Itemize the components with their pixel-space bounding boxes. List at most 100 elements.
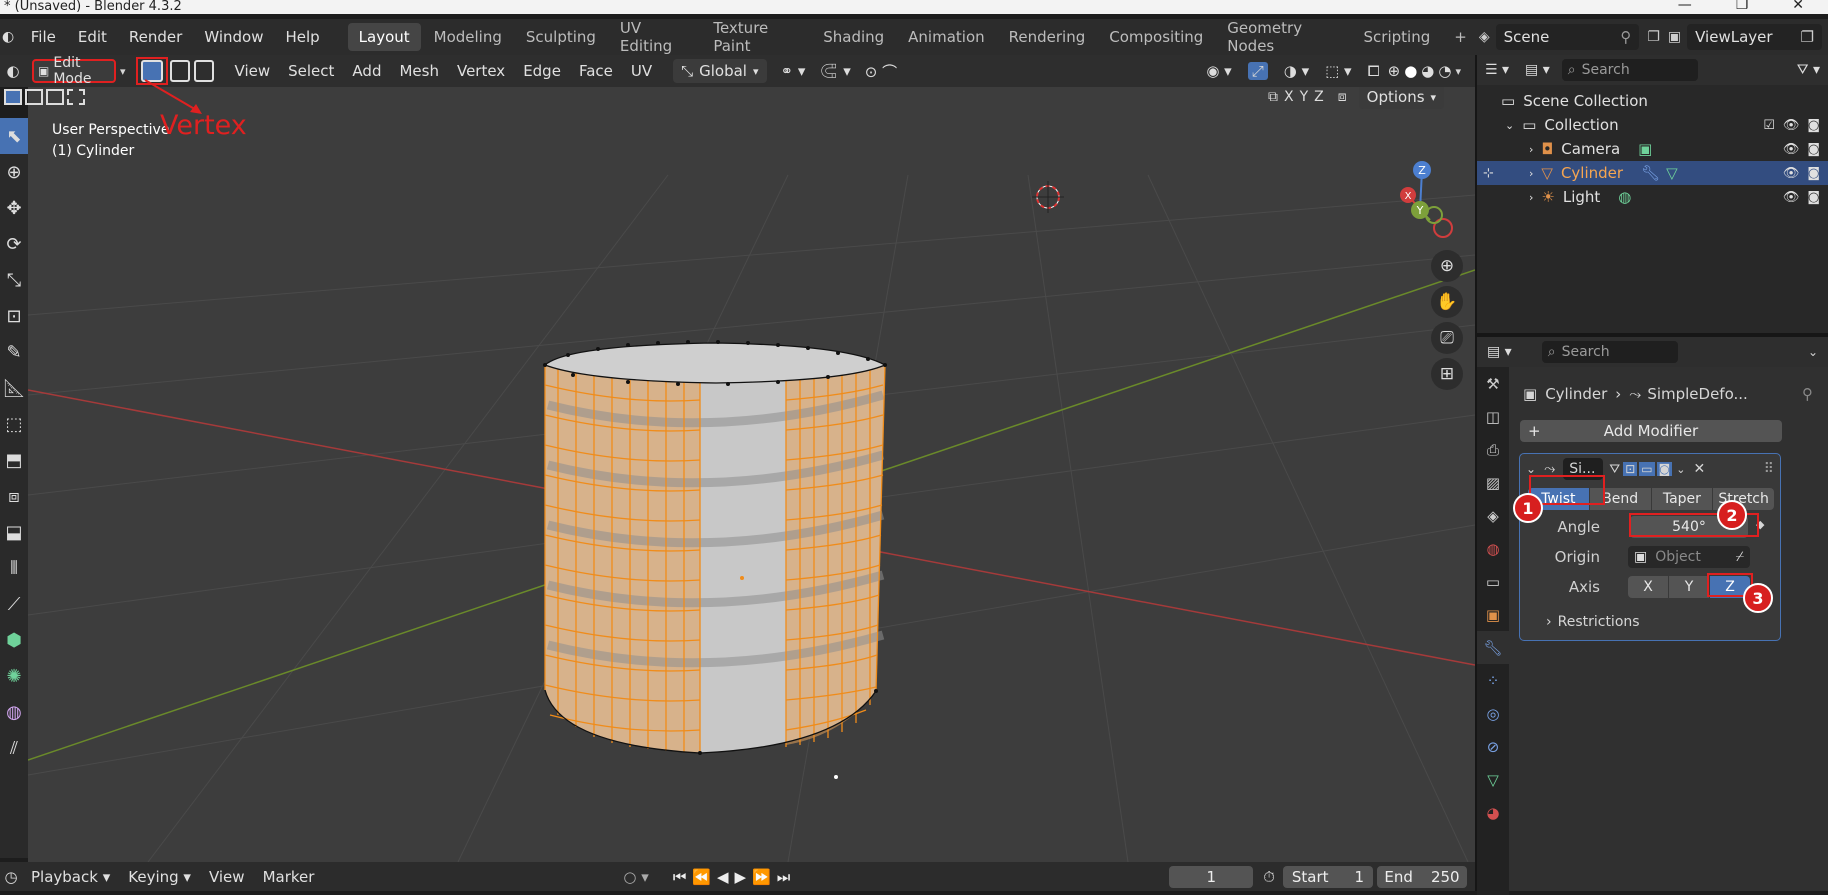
visibility-icon[interactable]: ◉ ▾ — [1206, 62, 1231, 80]
viewport-toggle-icon[interactable]: ▭ — [1639, 462, 1655, 476]
chevron-down-icon[interactable]: ⌄ — [1808, 345, 1818, 359]
extrude-tool-icon[interactable]: ⬒ — [0, 442, 28, 478]
camera-render-icon[interactable]: ◙ — [1807, 118, 1820, 133]
axis-z-toggle[interactable]: Z — [1314, 89, 1324, 105]
pin-icon[interactable]: ⚲ — [1802, 385, 1813, 403]
add-cube-tool-icon[interactable]: ⬚ — [0, 406, 28, 442]
chevron-down-icon[interactable]: ⌄ — [1526, 462, 1536, 476]
menu-select[interactable]: Select — [279, 62, 343, 80]
drag-handle-icon[interactable]: ⠿ — [1764, 461, 1774, 477]
menu-help[interactable]: Help — [274, 28, 330, 46]
menu-add[interactable]: Add — [343, 62, 390, 80]
editor-type-icon[interactable]: ◷ — [0, 868, 22, 886]
origin-object-field[interactable]: ▣ Object ⌿ — [1628, 546, 1750, 568]
smooth-tool-icon[interactable]: ◍ — [0, 694, 28, 730]
add-workspace-button[interactable]: + — [1443, 23, 1478, 51]
menu-marker[interactable]: Marker — [254, 868, 324, 886]
checkbox-icon[interactable]: ☑ — [1763, 118, 1775, 133]
camera-render-icon[interactable]: ◙ — [1807, 190, 1820, 205]
transform-tool-icon[interactable]: ⊡ — [0, 298, 28, 334]
mirror-icon[interactable]: ⧉ — [1268, 89, 1278, 105]
restrictions-subpanel[interactable]: › Restrictions — [1546, 614, 1640, 630]
eye-icon[interactable]: 👁︎ — [1783, 142, 1800, 157]
axis-y-button[interactable]: Y — [1669, 576, 1709, 598]
tab-animation[interactable]: Animation — [897, 23, 995, 51]
minimize-button[interactable]: — — [1678, 0, 1692, 14]
mesh-data-icon[interactable]: ▽ — [1666, 164, 1678, 182]
new-view-layer-icon[interactable]: ❐ — [1801, 28, 1814, 46]
view-layer-icon[interactable]: ▣ — [1668, 29, 1681, 45]
move-tool-icon[interactable]: ✥ — [0, 190, 28, 226]
axis-y-toggle[interactable]: Y — [1300, 89, 1309, 105]
menu-file[interactable]: File — [20, 28, 67, 46]
wireframe-shading-icon[interactable]: ⊕ — [1388, 62, 1401, 80]
chevron-down-icon[interactable]: ⌄ — [1676, 463, 1685, 476]
poly-build-tool-icon[interactable]: ⬢ — [0, 622, 28, 658]
scale-tool-icon[interactable]: ⤡ — [0, 262, 28, 298]
invert-selection-icon[interactable] — [67, 89, 85, 105]
outliner-item-scene-collection[interactable]: ▭ Scene Collection — [1477, 89, 1828, 113]
modifier-tab-icon[interactable]: 🔧︎ — [1477, 631, 1509, 664]
loop-cut-tool-icon[interactable]: ⫴ — [0, 550, 28, 586]
scene-selector[interactable]: Scene ⚲ — [1495, 24, 1640, 50]
menu-keying[interactable]: Keying ▾ — [119, 868, 200, 886]
bevel-tool-icon[interactable]: ⬓ — [0, 514, 28, 550]
grid-ortho-icon[interactable]: ⊞ — [1431, 358, 1463, 390]
outliner-item-cylinder[interactable]: ⊹ › ▽ Cylinder 🔧︎ ▽ 👁︎ ◙ — [1477, 161, 1828, 185]
edit-mode-toggle-icon[interactable]: ⛛ — [1609, 462, 1620, 477]
tab-shading[interactable]: Shading — [812, 23, 895, 51]
blender-logo-icon[interactable]: ◐ — [2, 29, 20, 45]
overlay-icon[interactable]: ◑ ▾ — [1284, 62, 1309, 80]
chevron-right-icon[interactable]: › — [1529, 143, 1533, 156]
menu-edge[interactable]: Edge — [514, 62, 570, 80]
solid-shading-icon[interactable]: ● — [1404, 62, 1417, 80]
constraints-tab-icon[interactable]: ⊘ — [1477, 730, 1509, 763]
knife-tool-icon[interactable]: ⟋ — [0, 586, 28, 622]
light-data-icon[interactable]: ◍ — [1618, 188, 1631, 206]
outliner-editor-icon[interactable]: ☰ ▾ — [1485, 62, 1509, 78]
select-tool-icon[interactable]: ⬉ — [0, 118, 28, 154]
material-tab-icon[interactable]: ◕ — [1477, 796, 1509, 829]
object-tab-icon[interactable]: ▣ — [1477, 598, 1509, 631]
menu-render[interactable]: Render — [118, 28, 193, 46]
subtract-selection-icon[interactable] — [46, 89, 64, 105]
camera-view-icon[interactable]: ⎚ — [1431, 322, 1463, 354]
transform-orientation-dropdown[interactable]: ⤡ Global ▾ — [673, 59, 767, 83]
tab-compositing[interactable]: Compositing — [1098, 23, 1214, 51]
tab-layout[interactable]: Layout — [347, 23, 421, 51]
eye-icon[interactable]: 👁︎ — [1783, 118, 1800, 133]
gizmo-toggle-icon[interactable]: ⤢ — [1247, 62, 1268, 80]
menu-vertex[interactable]: Vertex — [448, 62, 514, 80]
properties-editor-icon[interactable]: ▤ ▾ — [1487, 344, 1512, 360]
modifier-wrench-icon[interactable]: 🔧︎ — [1641, 164, 1660, 182]
chevron-down-icon[interactable]: ⌄ — [1505, 119, 1514, 132]
menu-view[interactable]: View — [226, 62, 280, 80]
cylinder-mesh[interactable] — [543, 340, 887, 779]
new-selection-icon[interactable] — [4, 89, 22, 105]
world-tab-icon[interactable]: ◍ — [1477, 532, 1509, 565]
tab-modeling[interactable]: Modeling — [423, 23, 513, 51]
axis-x-toggle[interactable]: X — [1284, 89, 1294, 105]
pivot-icon[interactable]: ⚭ ▾ — [781, 62, 806, 80]
tab-uv-editing[interactable]: UV Editing — [609, 14, 700, 60]
proportional-edit-icon[interactable]: ⊙ ⌒ — [865, 61, 897, 82]
spin-tool-icon[interactable]: ✺ — [0, 658, 28, 694]
filter-icon[interactable]: ⛛ ▾ — [1797, 62, 1820, 78]
add-modifier-button[interactable]: + Add Modifier — [1520, 420, 1782, 442]
eye-icon[interactable]: 👁︎ — [1783, 190, 1800, 205]
eye-icon[interactable]: 👁︎ — [1783, 166, 1800, 181]
view-layer-selector[interactable]: ViewLayer ❐ — [1687, 24, 1822, 50]
outliner-item-collection[interactable]: ⌄ ▭ Collection ☑ 👁︎ ◙ — [1477, 113, 1828, 137]
shear-tool-icon[interactable]: ⫽ — [0, 730, 28, 766]
maximize-button[interactable]: ❐ — [1736, 0, 1749, 14]
chevron-down-icon[interactable]: ▾ — [120, 65, 126, 78]
taper-mode-button[interactable]: Taper — [1651, 488, 1713, 510]
viewport-canvas[interactable] — [28, 55, 1475, 862]
data-tab-icon[interactable]: ▽ — [1477, 763, 1509, 796]
close-window-button[interactable]: ✕ — [1792, 0, 1804, 14]
new-scene-icon[interactable]: ❐ — [1647, 29, 1660, 45]
outliner-search-input[interactable]: ⌕ Search — [1561, 59, 1698, 81]
current-frame-field[interactable]: 1 — [1169, 865, 1254, 888]
chevron-right-icon[interactable]: › — [1529, 191, 1533, 204]
physics-tab-icon[interactable]: ◎ — [1477, 697, 1509, 730]
